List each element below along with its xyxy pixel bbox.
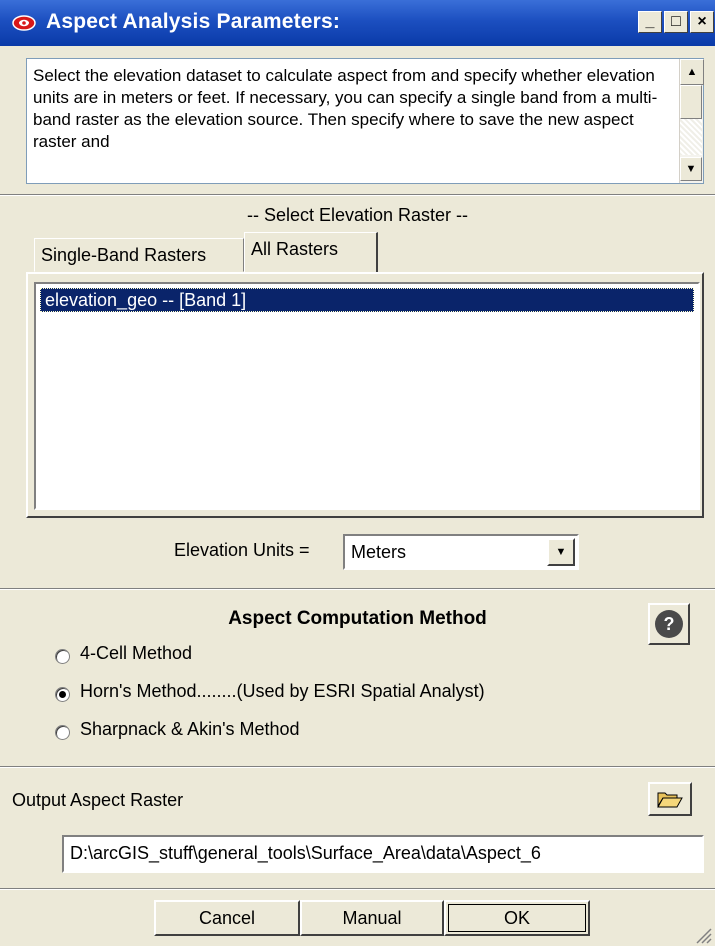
description-text: Select the elevation dataset to calculat… [33, 66, 658, 151]
title-bar[interactable]: Aspect Analysis Parameters: _ □ × [0, 0, 715, 46]
help-icon: ? [655, 610, 683, 638]
radio-label-horn: Horn's Method........(Used by ESRI Spati… [80, 681, 485, 701]
maximize-button[interactable]: □ [664, 11, 688, 33]
separator [0, 766, 715, 768]
minimize-icon: _ [645, 13, 655, 30]
radio-4-cell[interactable] [55, 649, 70, 664]
cancel-button[interactable]: Cancel [154, 900, 300, 936]
tab-single-band-rasters[interactable]: Single-Band Rasters [34, 238, 244, 272]
scroll-thumb[interactable] [680, 85, 702, 119]
tab-all-rasters[interactable]: All Rasters [244, 232, 378, 274]
elevation-units-select[interactable]: Meters ▼ [343, 534, 579, 570]
separator [0, 588, 715, 590]
radio-horn[interactable] [55, 687, 70, 702]
separator [0, 194, 715, 196]
raster-list[interactable]: elevation_geo -- [Band 1] [34, 282, 700, 510]
elevation-units-value: Meters [351, 542, 407, 562]
app-eye-icon [12, 15, 36, 31]
close-icon: × [697, 13, 707, 30]
radio-sharpnack[interactable] [55, 725, 70, 740]
ok-button[interactable]: OK [444, 900, 590, 936]
scroll-track[interactable] [680, 119, 702, 155]
resize-grip-icon[interactable] [694, 926, 712, 944]
raster-section-heading: -- Select Elevation Raster -- [246, 205, 469, 225]
close-button[interactable]: × [690, 11, 714, 33]
browse-folder-button[interactable] [648, 782, 692, 816]
method-heading: Aspect Computation Method [228, 608, 487, 629]
scroll-up-arrow-icon[interactable]: ▲ [680, 59, 704, 85]
dropdown-arrow-icon[interactable]: ▼ [547, 538, 575, 566]
maximize-icon: □ [671, 13, 681, 30]
description-scrollbar[interactable]: ▲ ▼ [679, 59, 704, 183]
minimize-button[interactable]: _ [638, 11, 662, 33]
help-button[interactable]: ? [648, 603, 690, 645]
radio-label-sharpnack: Sharpnack & Akin's Method [80, 719, 300, 739]
elevation-units-label: Elevation Units = [174, 540, 310, 560]
separator [0, 888, 715, 890]
description-box[interactable]: Select the elevation dataset to calculat… [26, 58, 704, 184]
window-title: Aspect Analysis Parameters: [46, 10, 341, 33]
output-path-input[interactable]: D:\arcGIS_stuff\general_tools\Surface_Ar… [62, 835, 704, 873]
manual-button[interactable]: Manual [300, 900, 444, 936]
list-item[interactable]: elevation_geo -- [Band 1] [40, 288, 694, 312]
radio-label-4-cell: 4-Cell Method [80, 643, 193, 663]
output-label: Output Aspect Raster [12, 790, 184, 810]
scroll-down-arrow-icon[interactable]: ▼ [680, 157, 702, 181]
folder-open-icon [657, 792, 683, 808]
